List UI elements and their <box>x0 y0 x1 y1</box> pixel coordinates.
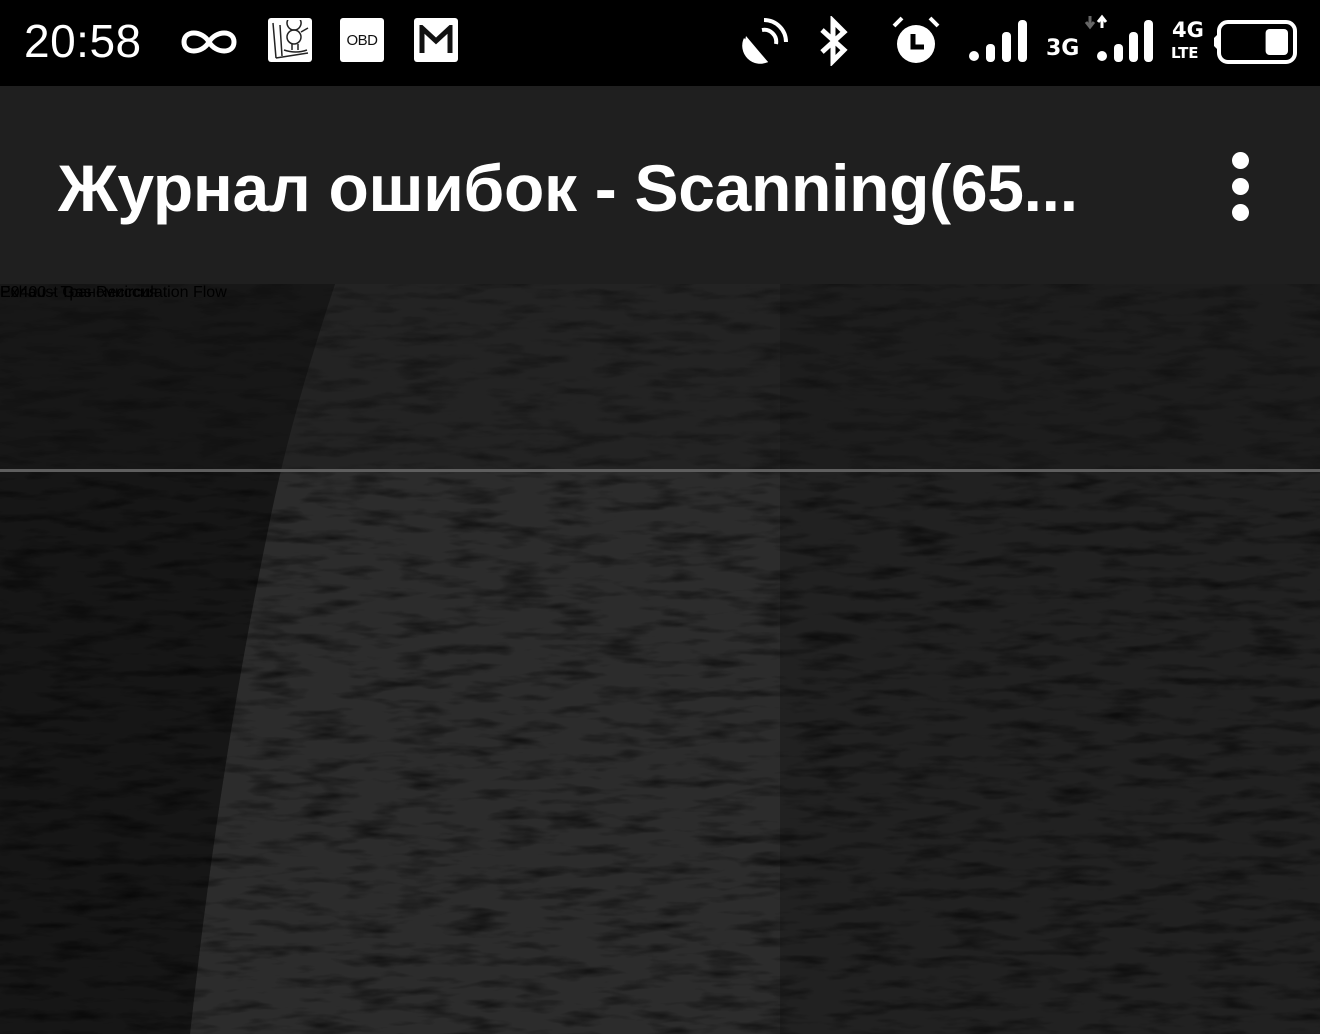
map-app-icon <box>268 18 312 62</box>
status-bar: 20:58 OBD 3G 4G LTE <box>0 0 1320 86</box>
more-vert-icon-dot <box>1231 203 1249 221</box>
more-vert-icon-dot <box>1231 151 1249 169</box>
obd-label: OBD <box>346 31 378 49</box>
gmail-icon <box>414 18 458 62</box>
infinity-icon <box>178 22 240 67</box>
battery-fill <box>1265 29 1288 55</box>
page-title: Журнал ошибок - Scanning(65... <box>58 151 1078 225</box>
network-type-sim2-top: 4G <box>1172 18 1204 42</box>
network-type-sim1: 3G <box>1046 36 1080 61</box>
signal-strength-icon <box>1082 14 1158 71</box>
battery-icon <box>1212 20 1298 69</box>
satellite-dish-icon <box>738 16 792 71</box>
bluetooth-icon <box>816 14 852 71</box>
status-time: 20:58 <box>24 15 142 67</box>
alarm-clock-icon <box>888 14 944 71</box>
screen: 20:58 OBD 3G 4G LTE Журнал ошибок - Scan… <box>0 0 1320 1034</box>
list-divider <box>0 469 1320 472</box>
error-description: Exhaust Gas Recirculation Flow <box>0 284 227 301</box>
more-vert-icon-dot <box>1231 177 1249 195</box>
network-type-sim2-bottom: LTE <box>1171 44 1199 62</box>
more-options-button[interactable] <box>1210 148 1270 224</box>
obd-app-icon: OBD <box>340 18 384 62</box>
error-list-item[interactable] <box>0 284 1320 471</box>
signal-strength-icon <box>966 18 1032 69</box>
